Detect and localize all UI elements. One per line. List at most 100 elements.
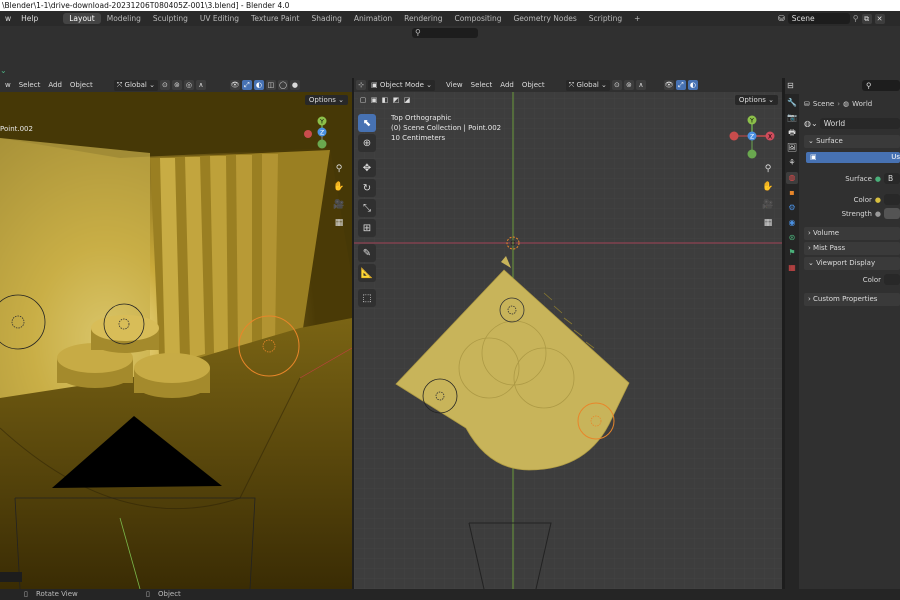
- transform-tool-icon[interactable]: ⊞: [358, 219, 376, 237]
- proportional-icon[interactable]: ◎: [183, 80, 194, 90]
- output-tab-icon[interactable]: 🖶: [786, 127, 798, 139]
- right-menu-add[interactable]: Add: [497, 80, 517, 91]
- grid-icon[interactable]: ▦: [761, 216, 775, 230]
- falloff-icon[interactable]: ∧: [635, 80, 646, 90]
- tab-modeling[interactable]: Modeling: [101, 13, 147, 24]
- world-selector[interactable]: ◍⌄ World: [804, 117, 900, 129]
- falloff-icon[interactable]: ∧: [195, 80, 206, 90]
- left-menu-view[interactable]: w: [2, 80, 14, 91]
- viewport-display-panel-header[interactable]: ⌄ Viewport Display: [804, 257, 900, 270]
- visibility-icon[interactable]: 👁: [229, 80, 240, 90]
- modifier-tab-icon[interactable]: ⚙: [786, 202, 798, 214]
- snap-icon[interactable]: ⊚: [171, 80, 182, 90]
- world-name[interactable]: World: [819, 117, 900, 129]
- add-workspace-button[interactable]: +: [628, 13, 646, 24]
- scale-tool-icon[interactable]: ⤡: [358, 199, 376, 217]
- right-menu-object[interactable]: Object: [519, 80, 548, 91]
- select-subtract-icon[interactable]: ◧: [380, 95, 390, 105]
- hand-pan-icon[interactable]: ✋: [761, 180, 775, 194]
- shading-solid-icon[interactable]: ●: [289, 80, 300, 90]
- right-nav-gizmo[interactable]: Y X Z: [726, 114, 782, 164]
- left-menu-select[interactable]: Select: [16, 80, 44, 91]
- world-tab-icon[interactable]: ◍: [786, 172, 798, 184]
- breadcrumb-world[interactable]: World: [852, 100, 872, 108]
- left-nav-gizmo[interactable]: Y Z: [300, 114, 342, 160]
- select-new-icon[interactable]: ▢: [358, 95, 368, 105]
- tab-layout[interactable]: Layout: [63, 13, 101, 24]
- select-box-tool-icon[interactable]: ⬉: [358, 114, 376, 132]
- delete-scene-icon[interactable]: ✕: [874, 13, 885, 24]
- tab-sculpting[interactable]: Sculpting: [147, 13, 194, 24]
- overlay-toggle-icon[interactable]: ◐: [253, 80, 264, 90]
- new-scene-icon[interactable]: ⧉: [861, 13, 872, 24]
- scene-name[interactable]: Scene: [787, 13, 850, 24]
- properties-search[interactable]: ⚲: [862, 79, 900, 91]
- pivot-icon[interactable]: ⊙: [611, 80, 622, 90]
- xray-icon[interactable]: ◫: [265, 80, 276, 90]
- data-tab-icon[interactable]: ⚑: [786, 247, 798, 259]
- camera-icon[interactable]: 🎥: [761, 198, 775, 212]
- left-options-button[interactable]: Options ⌄: [304, 95, 348, 105]
- tab-animation[interactable]: Animation: [348, 13, 398, 24]
- move-tool-icon[interactable]: ✥: [358, 159, 376, 177]
- left-menu-object[interactable]: Object: [67, 80, 96, 91]
- collapse-icon[interactable]: ⌄: [0, 66, 7, 75]
- select-invert-icon[interactable]: ◩: [391, 95, 401, 105]
- right-viewport[interactable]: ⊹ ▣ Object Mode ⌄ View Select Add Object…: [354, 78, 782, 589]
- search-field[interactable]: ⚲: [412, 28, 478, 38]
- zoom-icon[interactable]: ⚲: [761, 162, 775, 176]
- tool-tab-icon[interactable]: 🔧: [786, 97, 798, 109]
- view-layer-tab-icon[interactable]: 🖼: [786, 142, 798, 154]
- volume-panel-header[interactable]: › Volume: [804, 227, 900, 240]
- right-options-button[interactable]: Options ⌄: [734, 95, 778, 105]
- editor-type-icon[interactable]: ⊹: [356, 80, 366, 90]
- right-orientation-dropdown[interactable]: ⤧ Global ⌄: [565, 79, 610, 91]
- tab-shading[interactable]: Shading: [305, 13, 347, 24]
- select-extend-icon[interactable]: ▣: [369, 95, 379, 105]
- left-viewport[interactable]: w Select Add Object ⤧ Global ⌄ ⊙ ⊚ ◎ ∧ 👁…: [0, 78, 352, 589]
- cursor-tool-icon[interactable]: ⊕: [358, 134, 376, 152]
- camera-icon[interactable]: 🎥: [332, 198, 346, 212]
- tab-rendering[interactable]: Rendering: [398, 13, 448, 24]
- constraint-tab-icon[interactable]: ⊛: [786, 232, 798, 244]
- rotate-tool-icon[interactable]: ↻: [358, 179, 376, 197]
- right-menu-view[interactable]: View: [443, 80, 466, 91]
- pin-icon[interactable]: ⚲: [853, 14, 859, 23]
- tab-uv-editing[interactable]: UV Editing: [194, 13, 245, 24]
- render-tab-icon[interactable]: 📷: [786, 112, 798, 124]
- shading-wire-icon[interactable]: ◯: [277, 80, 288, 90]
- tab-scripting[interactable]: Scripting: [583, 13, 628, 24]
- pivot-icon[interactable]: ⊙: [159, 80, 170, 90]
- measure-tool-icon[interactable]: 📐: [358, 264, 376, 282]
- right-menu-select[interactable]: Select: [468, 80, 496, 91]
- overlay-toggle-icon[interactable]: ◐: [687, 80, 698, 90]
- custom-properties-panel-header[interactable]: › Custom Properties: [804, 293, 900, 306]
- grid-icon[interactable]: ▦: [332, 216, 346, 230]
- surface-value[interactable]: B: [884, 173, 900, 184]
- strength-field[interactable]: [884, 208, 900, 219]
- use-nodes-button[interactable]: ▣ Us: [806, 152, 900, 163]
- gizmo-toggle-icon[interactable]: ⤢: [675, 80, 686, 90]
- breadcrumb-scene[interactable]: Scene: [813, 100, 834, 108]
- scene-tab-icon[interactable]: ⚘: [786, 157, 798, 169]
- tab-geometry-nodes[interactable]: Geometry Nodes: [508, 13, 583, 24]
- select-intersect-icon[interactable]: ◪: [402, 95, 412, 105]
- mist-pass-panel-header[interactable]: › Mist Pass: [804, 242, 900, 255]
- color-swatch[interactable]: [884, 194, 900, 205]
- zoom-icon[interactable]: ⚲: [332, 162, 346, 176]
- object-tab-icon[interactable]: ▪: [786, 187, 798, 199]
- scene-selector[interactable]: ⛁ Scene ⚲ ⧉ ✕: [778, 12, 896, 25]
- physics-tab-icon[interactable]: ◉: [786, 217, 798, 229]
- properties-editor-type-icon[interactable]: ⊟: [787, 81, 794, 90]
- add-cube-tool-icon[interactable]: ⬚: [358, 289, 376, 307]
- menu-help[interactable]: Help: [16, 14, 43, 23]
- texture-tab-icon[interactable]: ▦: [786, 262, 798, 274]
- tab-compositing[interactable]: Compositing: [448, 13, 507, 24]
- annotate-tool-icon[interactable]: ✎: [358, 244, 376, 262]
- snap-icon[interactable]: ⊚: [623, 80, 634, 90]
- surface-panel-header[interactable]: ⌄ Surface: [804, 135, 900, 148]
- visibility-icon[interactable]: 👁: [663, 80, 674, 90]
- gizmo-toggle-icon[interactable]: ⤢: [241, 80, 252, 90]
- tab-texture-paint[interactable]: Texture Paint: [245, 13, 305, 24]
- menu-window[interactable]: w: [0, 14, 16, 23]
